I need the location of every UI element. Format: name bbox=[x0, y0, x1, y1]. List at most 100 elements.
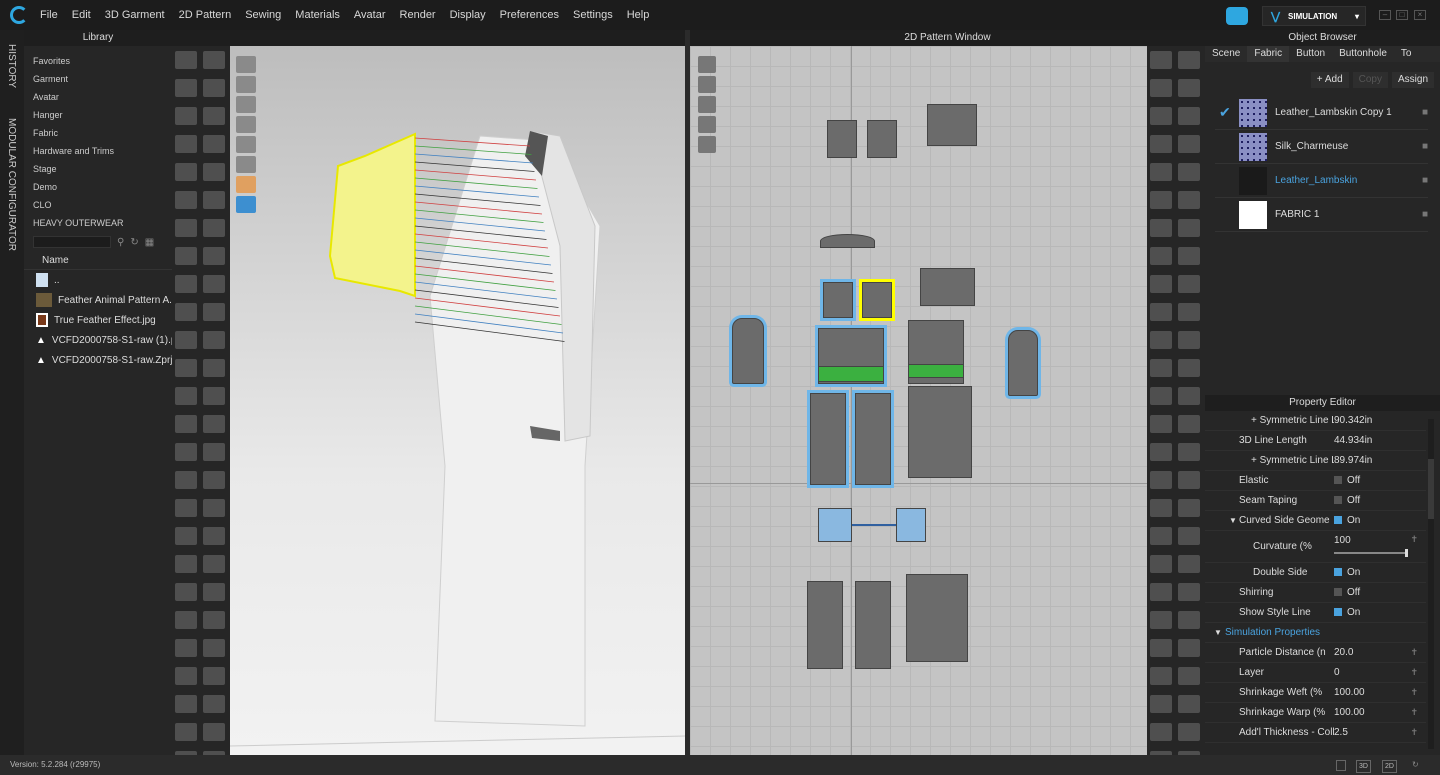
2d-tool-button[interactable] bbox=[1150, 275, 1172, 293]
wrench-icon[interactable]: ✝ bbox=[1410, 667, 1418, 678]
save-icon[interactable]: ■ bbox=[1422, 107, 1428, 118]
2d-tool-button[interactable] bbox=[1178, 191, 1200, 209]
property-additional-thickness[interactable]: Add'l Thickness - Collisi 2.5 ✝ bbox=[1205, 723, 1426, 743]
2d-tool-button[interactable] bbox=[1178, 471, 1200, 489]
3d-tool-button[interactable] bbox=[175, 303, 197, 321]
3d-tool-button[interactable] bbox=[203, 471, 225, 489]
file-item[interactable]: True Feather Effect.jpg bbox=[24, 310, 172, 330]
2d-tool-button[interactable] bbox=[1150, 79, 1172, 97]
view-tool-button[interactable] bbox=[698, 56, 716, 73]
2d-tool-button[interactable] bbox=[1150, 471, 1172, 489]
2d-tool-button[interactable] bbox=[1178, 443, 1200, 461]
view-tool-button[interactable] bbox=[698, 76, 716, 93]
seam-taping-checkbox[interactable] bbox=[1334, 496, 1342, 505]
3d-tool-button[interactable] bbox=[175, 79, 197, 97]
3d-tool-button[interactable] bbox=[175, 527, 197, 545]
3d-tool-button[interactable] bbox=[175, 247, 197, 265]
3d-tool-button[interactable] bbox=[203, 51, 225, 69]
2d-tool-button[interactable] bbox=[1178, 723, 1200, 741]
property-shrinkage-weft[interactable]: Shrinkage Weft (% 100.00 ✝ bbox=[1205, 683, 1426, 703]
pattern-piece-skirt-back[interactable] bbox=[908, 386, 972, 478]
menu-display[interactable]: Display bbox=[450, 9, 486, 21]
3d-tool-button[interactable] bbox=[175, 555, 197, 573]
3d-tool-button[interactable] bbox=[175, 499, 197, 517]
menu-render[interactable]: Render bbox=[400, 9, 436, 21]
3d-tool-button[interactable] bbox=[203, 555, 225, 573]
pattern-piece-collar[interactable] bbox=[820, 234, 875, 248]
pattern-piece-waistband[interactable] bbox=[818, 366, 884, 382]
3d-tool-button[interactable] bbox=[175, 387, 197, 405]
modular-configurator-tab[interactable]: MODULAR CONFIGURATOR bbox=[6, 118, 17, 251]
3d-tool-button[interactable] bbox=[175, 135, 197, 153]
pattern-piece[interactable] bbox=[867, 120, 897, 158]
3d-tool-button[interactable] bbox=[203, 387, 225, 405]
2d-tool-button[interactable] bbox=[1178, 611, 1200, 629]
folder-avatar[interactable]: Avatar bbox=[24, 88, 172, 106]
2d-tool-button[interactable] bbox=[1178, 51, 1200, 69]
view-tool-button[interactable] bbox=[698, 136, 716, 153]
2d-tool-button[interactable] bbox=[1178, 247, 1200, 265]
2d-tool-button[interactable] bbox=[1178, 163, 1200, 181]
view-tool-button[interactable] bbox=[236, 156, 256, 173]
fabric-item[interactable]: FABRIC 1 ■ bbox=[1215, 198, 1428, 232]
2d-tool-button[interactable] bbox=[1178, 387, 1200, 405]
folder-hanger[interactable]: Hanger bbox=[24, 106, 172, 124]
2d-tool-button[interactable] bbox=[1178, 695, 1200, 713]
2d-tool-button[interactable] bbox=[1178, 527, 1200, 545]
tab-fabric[interactable]: Fabric bbox=[1247, 46, 1290, 62]
view-tool-button[interactable] bbox=[236, 176, 256, 193]
view-tool-button[interactable] bbox=[236, 76, 256, 93]
2d-tool-button[interactable] bbox=[1178, 135, 1200, 153]
minimize-button[interactable]: – bbox=[1379, 10, 1391, 20]
slider-handle[interactable] bbox=[1405, 548, 1408, 557]
section-simulation-properties[interactable]: ▼ Simulation Properties bbox=[1205, 623, 1426, 643]
pattern-piece-sleeve[interactable] bbox=[732, 318, 764, 384]
2d-tool-button[interactable] bbox=[1150, 611, 1172, 629]
wrench-icon[interactable]: ✝ bbox=[1410, 707, 1418, 718]
property-particle-distance[interactable]: Particle Distance (n 20.0 ✝ bbox=[1205, 643, 1426, 663]
pattern-piece-belt[interactable] bbox=[896, 508, 926, 542]
3d-tool-button[interactable] bbox=[175, 51, 197, 69]
3d-tool-button[interactable] bbox=[203, 667, 225, 685]
folder-fabric[interactable]: Fabric bbox=[24, 124, 172, 142]
property-scrollbar[interactable] bbox=[1428, 419, 1434, 749]
menu-2d-pattern[interactable]: 2D Pattern bbox=[179, 9, 232, 21]
cloud-icon[interactable] bbox=[1226, 7, 1248, 25]
3d-tool-button[interactable] bbox=[203, 219, 225, 237]
wrench-icon[interactable]: ✝ bbox=[1410, 647, 1418, 658]
view-tool-button[interactable] bbox=[236, 136, 256, 153]
pattern-piece-belt[interactable] bbox=[818, 508, 852, 542]
menu-settings[interactable]: Settings bbox=[573, 9, 613, 21]
expand-arrow-icon[interactable]: ▼ bbox=[1214, 628, 1222, 637]
pattern-piece[interactable] bbox=[827, 120, 857, 158]
3d-tool-button[interactable] bbox=[203, 359, 225, 377]
view-tool-button[interactable] bbox=[236, 96, 256, 113]
refresh-icon[interactable]: ↻ bbox=[130, 237, 138, 248]
assign-fabric-button[interactable]: Assign bbox=[1391, 72, 1434, 88]
2d-tool-button[interactable] bbox=[1150, 247, 1172, 265]
view-tool-button[interactable] bbox=[236, 116, 256, 133]
property-shrinkage-warp[interactable]: Shrinkage Warp (% 100.00 ✝ bbox=[1205, 703, 1426, 723]
2d-tool-button[interactable] bbox=[1150, 639, 1172, 657]
menu-file[interactable]: File bbox=[40, 9, 58, 21]
folder-garment[interactable]: Garment bbox=[24, 70, 172, 88]
folder-clo[interactable]: CLO bbox=[24, 196, 172, 214]
save-icon[interactable]: ■ bbox=[1422, 209, 1428, 220]
wrench-icon[interactable]: ✝ bbox=[1410, 727, 1418, 738]
2d-tool-button[interactable] bbox=[1150, 499, 1172, 517]
close-button[interactable]: × bbox=[1414, 10, 1426, 20]
pattern-piece-selected[interactable] bbox=[823, 282, 853, 318]
view-tool-button[interactable] bbox=[698, 96, 716, 113]
fabric-item[interactable]: Leather_Lambskin ■ bbox=[1215, 164, 1428, 198]
2d-tool-button[interactable] bbox=[1178, 667, 1200, 685]
save-icon[interactable]: ■ bbox=[1422, 141, 1428, 152]
folder-favorites[interactable]: Favorites bbox=[24, 52, 172, 70]
expand-arrow-icon[interactable]: ▼ bbox=[1229, 516, 1237, 525]
3d-tool-button[interactable] bbox=[175, 415, 197, 433]
property-elastic[interactable]: Elastic Off bbox=[1205, 471, 1426, 491]
3d-tool-button[interactable] bbox=[203, 275, 225, 293]
3d-tool-button[interactable] bbox=[175, 191, 197, 209]
property-seam-taping[interactable]: Seam Taping Off bbox=[1205, 491, 1426, 511]
menu-3d-garment[interactable]: 3D Garment bbox=[105, 9, 165, 21]
folder-heavy-outerwear[interactable]: HEAVY OUTERWEAR bbox=[24, 214, 172, 232]
